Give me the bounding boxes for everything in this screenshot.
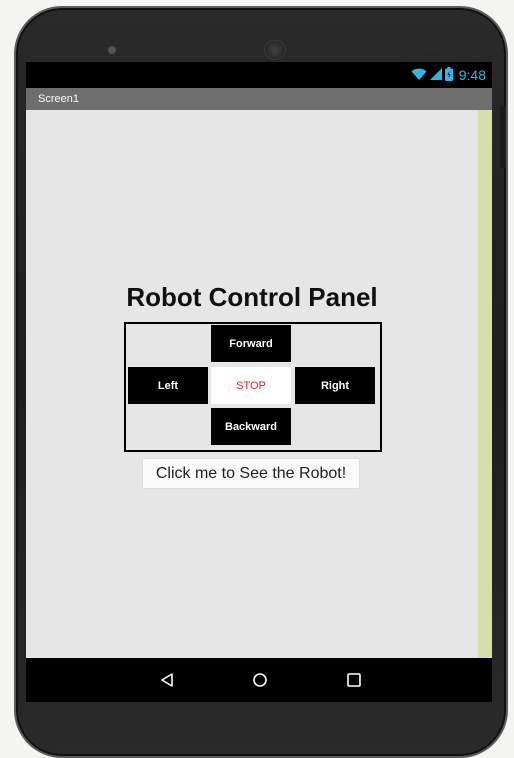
stop-button[interactable]: STOP — [211, 367, 291, 404]
see-robot-button[interactable]: Click me to See the Robot! — [142, 458, 360, 489]
home-icon[interactable] — [246, 666, 274, 694]
device-screen: 9:48 Screen1 Robot Control Panel Forward… — [26, 62, 492, 702]
status-bar: 9:48 — [26, 62, 492, 88]
front-camera — [108, 46, 116, 54]
status-icons: 9:48 — [411, 66, 486, 84]
page-title: Robot Control Panel — [126, 282, 378, 312]
navigation-bar — [26, 658, 492, 702]
left-button[interactable]: Left — [128, 367, 208, 404]
wifi-icon — [411, 67, 427, 84]
recents-icon[interactable] — [340, 666, 368, 694]
forward-button[interactable]: Forward — [211, 325, 291, 362]
app-content: Robot Control Panel Forward Left STOP Ri… — [26, 110, 478, 658]
proximity-sensor — [426, 48, 440, 52]
earpiece-speaker — [264, 40, 286, 60]
scroll-strip — [478, 110, 492, 658]
back-icon[interactable] — [153, 666, 181, 694]
control-panel: Forward Left STOP Right Backward — [124, 322, 382, 452]
signal-icon — [429, 67, 442, 84]
clock: 9:48 — [458, 67, 486, 83]
screen-title: Screen1 — [38, 93, 79, 105]
backward-button[interactable]: Backward — [211, 408, 291, 445]
battery-icon — [444, 66, 453, 84]
title-bar: Screen1 — [26, 88, 492, 110]
right-button[interactable]: Right — [295, 367, 375, 404]
power-button — [500, 106, 506, 168]
